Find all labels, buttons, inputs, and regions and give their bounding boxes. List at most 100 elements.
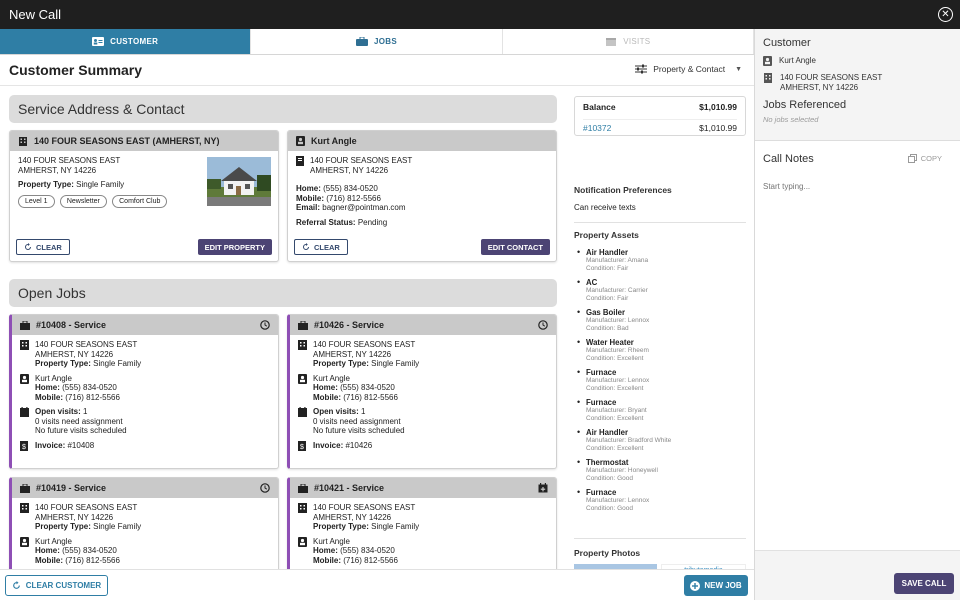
building-icon <box>298 503 307 513</box>
balance-invoice-amount: $1,010.99 <box>699 123 737 133</box>
svg-text:$: $ <box>22 444 26 451</box>
contact-icon <box>763 56 772 66</box>
job-card[interactable]: #10419 - Service 140 FOUR SEASONS EAST AM… <box>9 477 279 569</box>
edit-contact-button[interactable]: EDIT CONTACT <box>480 239 550 255</box>
clear-customer-button[interactable]: CLEAR CUSTOMER <box>5 575 108 596</box>
job-title: #10419 - Service <box>36 483 107 493</box>
tab-visits: VISITS <box>502 29 754 54</box>
mobile-label: Mobile: <box>296 193 324 203</box>
job-property-type-label: Property Type: <box>313 522 369 531</box>
customer-address-line2: AMHERST, NY 14226 <box>780 82 859 92</box>
job-mobile-label: Mobile: <box>35 392 63 402</box>
asset-manufacturer: Manufacturer: Lennox <box>586 377 650 384</box>
customer-address-row: 140 FOUR SEASONS EAST AMHERST, NY 14226 <box>763 73 952 92</box>
copy-notes-button[interactable]: COPY <box>907 154 942 163</box>
refresh-icon <box>303 243 309 250</box>
contact-card-title: Kurt Angle <box>311 136 357 146</box>
home-label: Home: <box>296 184 321 193</box>
jobs-referenced-empty: No jobs selected <box>763 115 819 124</box>
job-address-line1: 140 FOUR SEASONS EAST <box>313 340 416 349</box>
contact-card: Kurt Angle 140 FOUR SEASONS EAST AMHERST… <box>287 130 557 262</box>
chevron-down-icon: ▼ <box>735 65 742 73</box>
property-card-title: 140 FOUR SEASONS EAST (AMHERST, NY) <box>34 136 220 146</box>
job-title: #10426 - Service <box>314 320 385 330</box>
photos-title: Property Photos <box>574 548 641 558</box>
asset-name: AC <box>586 278 598 287</box>
building-icon <box>298 340 307 350</box>
referral-label: Referral Status: <box>296 217 356 227</box>
asset-manufacturer: Manufacturer: Lennox <box>586 317 650 324</box>
job-card-body: 140 FOUR SEASONS EAST AMHERST, NY 14226 Pr… <box>290 498 556 569</box>
email-label: Email: <box>296 203 321 212</box>
briefcase-icon <box>298 483 308 493</box>
job-card[interactable]: #10408 - Service 140 FOUR SEASONS EAST AM… <box>9 314 279 469</box>
job-mobile-label: Mobile: <box>313 392 341 402</box>
edit-property-button[interactable]: EDIT PROPERTY <box>197 239 272 255</box>
close-icon[interactable]: ✕ <box>938 7 953 22</box>
job-card[interactable]: #10426 - Service 140 FOUR SEASONS EAST AM… <box>287 314 557 469</box>
tab-customer[interactable]: CUSTOMER <box>0 29 252 54</box>
assets-title: Property Assets <box>574 230 639 240</box>
save-call-button[interactable]: SAVE CALL <box>894 573 954 594</box>
asset-condition: Condition: Fair <box>586 295 629 302</box>
clear-customer-label: CLEAR CUSTOMER <box>25 581 102 590</box>
asset-name: Furnace <box>586 368 617 377</box>
clear-contact-label: CLEAR <box>314 242 340 252</box>
view-filter-dropdown[interactable]: Property & Contact ▼ <box>635 64 742 74</box>
summary-scroll-area[interactable]: Service Address & Contact 140 FOUR SEASO… <box>0 86 754 569</box>
divider <box>574 538 746 539</box>
job-visits-label: Open visits: <box>313 407 359 416</box>
customer-name-row: Kurt Angle <box>763 56 952 66</box>
view-filter-label: Property & Contact <box>653 64 726 74</box>
calendar-icon <box>606 38 617 46</box>
tab-customer-label: CUSTOMER <box>110 37 159 46</box>
new-job-button[interactable]: NEW JOB <box>684 575 748 596</box>
bottom-bar: CLEAR CUSTOMER NEW JOB <box>0 569 754 600</box>
job-card-header: #10426 - Service <box>290 315 556 335</box>
property-photos: Property Photos <box>574 548 746 558</box>
notification-preferences: Notification Preferences Can receive tex… <box>574 185 746 212</box>
job-address-line1: 140 FOUR SEASONS EAST <box>313 503 416 512</box>
asset-manufacturer: Manufacturer: Lennox <box>586 497 650 504</box>
job-card-body: 140 FOUR SEASONS EAST AMHERST, NY 14226 Pr… <box>12 498 278 569</box>
job-card[interactable]: #10421 - Service 140 FOUR SEASONS EAST AM… <box>287 477 557 569</box>
job-address-line2: AMHERST, NY 14226 <box>35 349 114 359</box>
asset-item: ACManufacturer: CarrierCondition: Fair <box>574 277 746 303</box>
contact-icon <box>20 536 29 547</box>
balance-invoice-link[interactable]: #10372 <box>583 123 611 133</box>
tab-jobs[interactable]: JOBS <box>251 29 503 54</box>
job-title: #10408 - Service <box>36 320 107 330</box>
job-card-body: 140 FOUR SEASONS EAST AMHERST, NY 14226 Pr… <box>12 335 278 461</box>
job-mobile-label: Mobile: <box>35 555 63 565</box>
clock-icon <box>260 483 270 493</box>
briefcase-icon <box>298 320 308 330</box>
job-invoice-label: Invoice: <box>35 440 66 450</box>
asset-item: Water HeaterManufacturer: RheemCondition… <box>574 337 746 363</box>
job-invoice-number: #10408 <box>67 440 95 450</box>
property-card-header: 140 FOUR SEASONS EAST (AMHERST, NY) <box>10 131 278 151</box>
job-card-header: #10408 - Service <box>12 315 278 335</box>
property-photo <box>207 157 271 206</box>
invoice-icon <box>296 156 304 166</box>
job-visits-label: Open visits: <box>35 407 81 416</box>
job-property-type: Single Family <box>93 522 142 531</box>
section-service-address: Service Address & Contact <box>9 95 557 123</box>
job-invoice-number: #10426 <box>345 440 373 450</box>
main-panel: CUSTOMER JOBS VISITS Customer Summary Pr… <box>0 29 754 600</box>
asset-item: FurnaceManufacturer: LennoxCondition: Go… <box>574 487 746 513</box>
page-title: Customer Summary <box>9 62 143 78</box>
window-title: New Call <box>9 7 62 22</box>
title-bar: New Call ✕ <box>0 0 960 29</box>
call-notes-panel: Call Notes COPY <box>755 140 960 551</box>
clear-contact-button[interactable]: CLEAR <box>294 239 348 255</box>
job-visits-future: No future visits scheduled <box>313 426 405 435</box>
job-invoice-label: Invoice: <box>313 440 344 450</box>
asset-name: Gas Boiler <box>586 308 625 317</box>
job-card-header: #10419 - Service <box>12 478 278 498</box>
clear-property-button[interactable]: CLEAR <box>16 239 70 255</box>
call-notes-input[interactable] <box>755 177 960 547</box>
job-address-line1: 140 FOUR SEASONS EAST <box>35 340 138 349</box>
property-card: 140 FOUR SEASONS EAST (AMHERST, NY) 140 … <box>9 130 279 262</box>
job-home-phone: (555) 834-0520 <box>62 383 117 392</box>
refresh-icon <box>25 243 31 250</box>
